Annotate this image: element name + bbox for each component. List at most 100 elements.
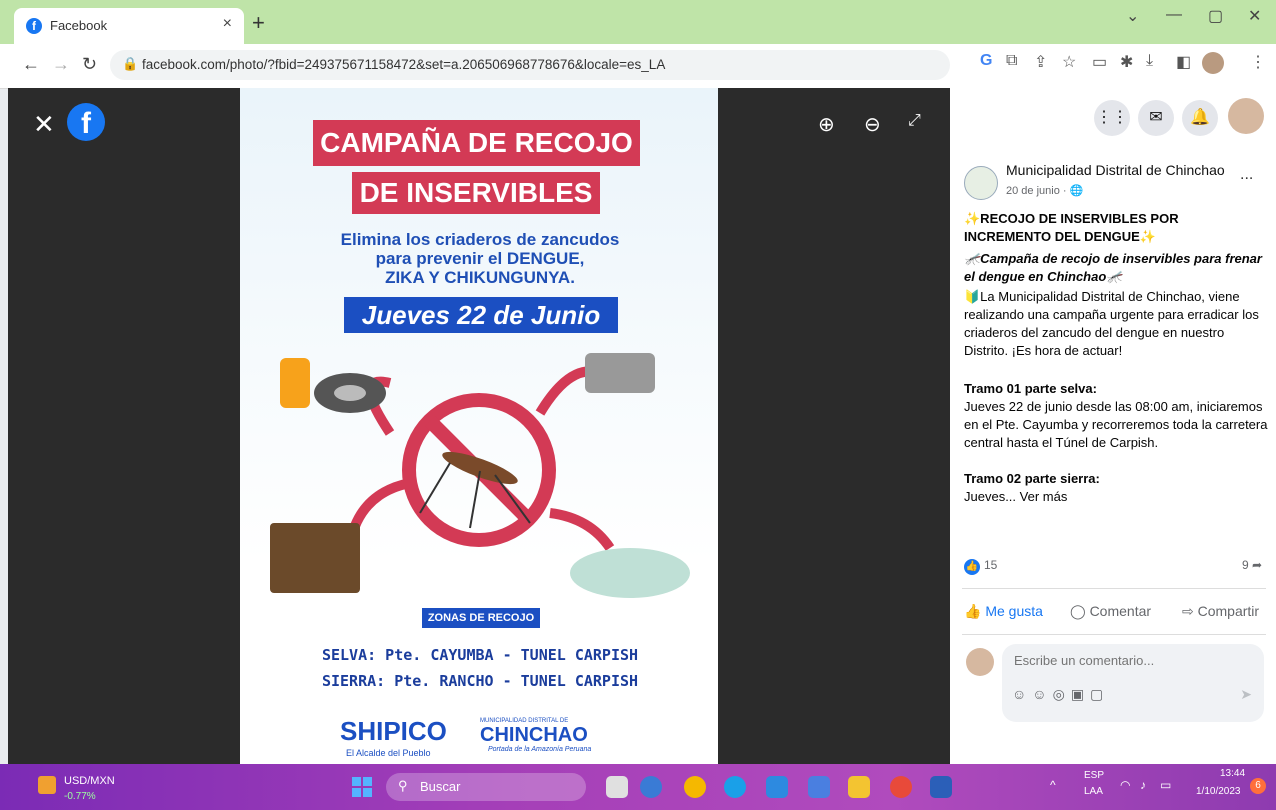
post-date[interactable]: 20 de junio · 🌐 <box>1006 184 1083 197</box>
tramo1-body: Jueves 22 de junio desde las 08:00 am, i… <box>964 399 1268 450</box>
volume-icon[interactable]: ♪ <box>1140 778 1146 792</box>
download-icon[interactable]: ⤓ <box>1146 52 1153 70</box>
zoom-in-icon[interactable]: ⊕ <box>818 112 835 137</box>
page-name-link[interactable]: Municipalidad Distrital de Chinchao <box>1006 162 1225 178</box>
sticker-icon[interactable]: ▢ <box>1090 686 1109 702</box>
stock-widget-icon[interactable] <box>38 776 56 794</box>
ticker-name[interactable]: USD/MXN <box>64 775 115 787</box>
close-viewer-icon[interactable]: ✕ <box>33 109 55 140</box>
start-button[interactable] <box>352 777 372 797</box>
tab-facebook[interactable]: f Facebook × <box>14 8 244 44</box>
task-view-icon[interactable] <box>606 776 628 798</box>
post-body: 🔰La Municipalidad Distrital de Chinchao,… <box>964 289 1259 358</box>
zone-sierra: SIERRA: Pte. RANCHO - TUNEL CARPISH <box>321 672 639 690</box>
subtitle-line: Elimina los criaderos de zancudos <box>340 230 620 249</box>
post-headline: ✨RECOJO DE INSERVIBLES POR INCREMENTO DE… <box>964 211 1179 244</box>
zone-selva: SELVA: Pte. CAYUMBA - TUNEL CARPISH <box>321 646 639 664</box>
post-panel: ⋮⋮ ✉ 🔔 Municipalidad Distrital de Chinch… <box>950 88 1276 764</box>
chinchao-slogan: Portada de la Amazonía Peruana <box>488 746 592 753</box>
menu-icon[interactable]: ⋮ <box>1250 52 1266 72</box>
comment-tools: ☺☺◎▣▢ <box>1012 686 1109 703</box>
divider <box>962 588 1266 589</box>
forward-icon[interactable]: → <box>52 54 70 75</box>
tab-title: Facebook <box>50 18 108 33</box>
post-subheadline: 🦟Campaña de recojo de inservibles para f… <box>964 251 1262 284</box>
share-icon[interactable]: ⇪ <box>1034 52 1047 72</box>
tab-search-icon[interactable]: ⌄ <box>1126 6 1139 26</box>
share-button[interactable]: ⇨ Compartir <box>1182 603 1259 620</box>
edge-icon[interactable] <box>724 776 746 798</box>
notification-badge[interactable]: 6 <box>1250 778 1266 794</box>
clock-date[interactable]: 1/10/2023 <box>1196 786 1241 797</box>
clock-time[interactable]: 13:44 <box>1220 768 1245 779</box>
like-button[interactable]: 👍 Me gusta <box>964 603 1043 620</box>
tab-close-button[interactable]: × <box>223 15 232 33</box>
new-tab-button[interactable]: + <box>252 10 265 36</box>
word-icon[interactable] <box>930 776 952 798</box>
url-text[interactable]: facebook.com/photo/?fbid=249375671158472… <box>142 57 665 72</box>
comment-label: Comentar <box>1089 603 1152 619</box>
address-bar[interactable]: 🔒 facebook.com/photo/?fbid=2493756711584… <box>110 50 950 80</box>
like-label: Me gusta <box>985 603 1043 619</box>
account-avatar[interactable] <box>1228 98 1264 134</box>
share-count[interactable]: 9 ➦ <box>1242 558 1262 572</box>
poster-image: CAMPAÑA DE RECOJO DE INSERVIBLES Elimina… <box>240 88 718 764</box>
keyboard-layout[interactable]: LAA <box>1084 786 1103 797</box>
send-icon[interactable]: ➤ <box>1240 686 1252 703</box>
install-icon[interactable]: ⧉ <box>1006 52 1017 70</box>
divider <box>962 634 1266 635</box>
poster-banner-2: DE INSERVIBLES <box>352 172 600 214</box>
menu-grid-icon[interactable]: ⋮⋮ <box>1094 100 1130 136</box>
language-indicator[interactable]: ESP <box>1084 770 1104 781</box>
facebook-icon: f <box>26 18 42 34</box>
tray-overflow-icon[interactable]: ^ <box>1050 778 1056 792</box>
chat-icon[interactable] <box>640 776 662 798</box>
color-app-icon[interactable] <box>684 776 706 798</box>
see-more-link[interactable]: Jueves... Ver más <box>964 488 1269 506</box>
file-explorer-icon[interactable] <box>848 776 870 798</box>
messenger-icon[interactable]: ✉ <box>1138 100 1174 136</box>
reaction-count[interactable]: 👍 15 <box>964 558 997 575</box>
store-icon[interactable] <box>766 776 788 798</box>
comment-button[interactable]: ◯ Comentar <box>1070 603 1151 620</box>
camera-icon[interactable]: ◎ <box>1053 686 1071 702</box>
battery-icon[interactable]: ▭ <box>1160 778 1171 792</box>
bookmark-star-icon[interactable]: ☆ <box>1062 52 1076 72</box>
restore-button[interactable]: ▢ <box>1208 6 1223 26</box>
facebook-logo[interactable]: f <box>67 103 105 141</box>
window-close-button[interactable]: ✕ <box>1248 6 1261 26</box>
search-icon: ⚲ <box>398 778 408 793</box>
page-avatar[interactable] <box>964 166 998 200</box>
more-options-button[interactable]: ... <box>1240 166 1253 184</box>
mosquito-illustration <box>270 353 690 598</box>
zones-title: ZONAS DE RECOJO <box>422 608 540 628</box>
subtitle-line: para prevenir el DENGUE, <box>375 249 585 268</box>
zoom-out-icon[interactable]: ⊖ <box>864 112 881 137</box>
reload-icon[interactable]: ↻ <box>82 54 97 75</box>
shipico-logo: SHIPICO <box>340 716 447 746</box>
notifications-icon[interactable]: 🔔 <box>1182 100 1218 136</box>
taskbar-search[interactable]: ⚲ Buscar <box>386 773 586 801</box>
fullscreen-icon[interactable]: ⤢ <box>908 112 921 130</box>
poster-subtitle: Elimina los criaderos de zancudos para p… <box>300 230 660 287</box>
likes-number: 15 <box>984 558 998 572</box>
profile-avatar[interactable] <box>1202 52 1224 74</box>
lock-icon: 🔒 <box>122 56 139 71</box>
gif-icon[interactable]: ▣ <box>1071 686 1090 702</box>
minimize-button[interactable]: — <box>1166 6 1182 24</box>
puzzle-icon[interactable]: ✱ <box>1120 52 1133 72</box>
chinchao-logo: CHINCHAO <box>480 724 588 746</box>
google-icon[interactable]: G <box>980 52 992 70</box>
share-label: Compartir <box>1197 603 1260 619</box>
dropbox-icon[interactable] <box>808 776 830 798</box>
emoji-icon[interactable]: ☺ <box>1032 686 1052 702</box>
wifi-icon[interactable]: ◠ <box>1120 778 1130 792</box>
comment-box[interactable]: ☺☺◎▣▢ ➤ <box>1002 644 1264 722</box>
chrome-icon[interactable] <box>890 776 912 798</box>
comment-input[interactable] <box>1012 652 1256 669</box>
sidepanel-icon[interactable]: ◧ <box>1176 52 1191 72</box>
extension-icon[interactable]: ▭ <box>1092 52 1107 72</box>
back-icon[interactable]: ← <box>22 54 40 75</box>
avatar-sticker-icon[interactable]: ☺ <box>1012 686 1032 702</box>
commenter-avatar[interactable] <box>966 648 994 676</box>
